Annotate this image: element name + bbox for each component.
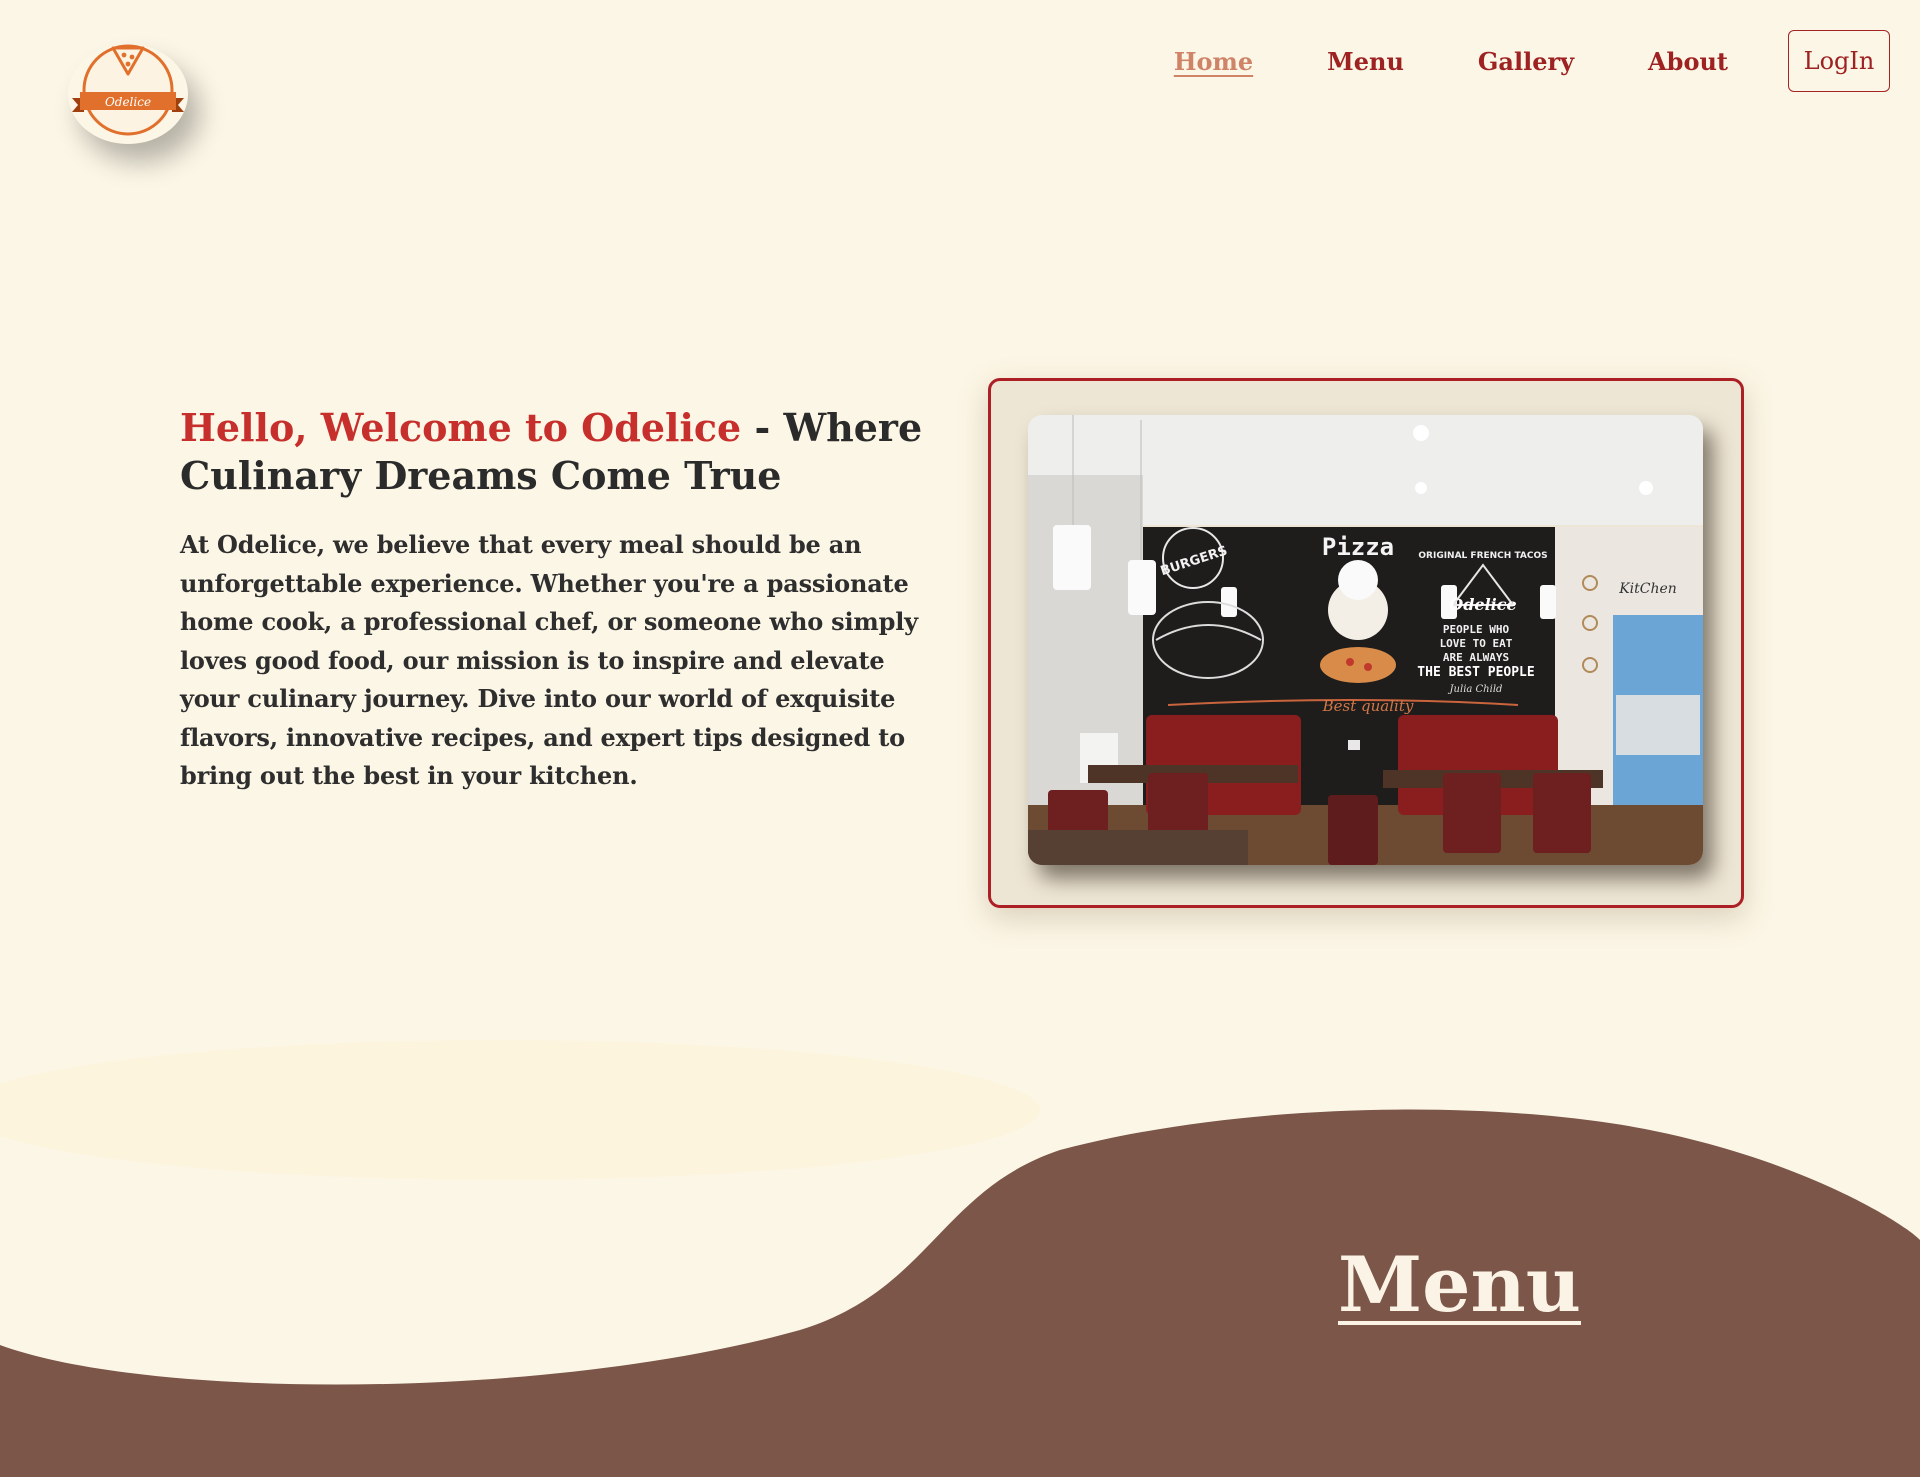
menu-section-title[interactable]: Menu	[1338, 1240, 1581, 1329]
hero-title-accent: Hello, Welcome to Odelice	[180, 405, 742, 450]
logo-text: Odelice	[105, 95, 151, 109]
nav-home[interactable]: Home	[1174, 47, 1253, 76]
logo-ring	[82, 44, 174, 136]
sign-slogan-3: ARE ALWAYS	[1443, 651, 1509, 664]
hero-text: Hello, Welcome to Odelice - Where Culina…	[180, 404, 930, 796]
sign-quality: Best quality	[1322, 697, 1414, 715]
sign-slogan-2: LOVE TO EAT	[1440, 637, 1513, 650]
sign-slogan-4: THE BEST PEOPLE	[1417, 665, 1534, 680]
sign-brand: Odelice	[1449, 595, 1516, 614]
sign-signature: Julia Child	[1448, 684, 1503, 695]
sign-slogan-1: PEOPLE WHO	[1443, 623, 1510, 636]
menu-section-wave	[0, 1040, 1920, 1477]
login-button[interactable]: LogIn	[1788, 30, 1890, 92]
nav-menu[interactable]: Menu	[1327, 47, 1404, 76]
sign-kitchen: KitChen	[1618, 581, 1677, 597]
restaurant-interior-photo: BURGERS Pizza ORIGINAL FRENCH TACOS Odel…	[1028, 415, 1703, 865]
sign-pizza: Pizza	[1322, 533, 1394, 561]
main-nav: Home Menu Gallery About LogIn	[1100, 30, 1890, 92]
nav-about[interactable]: About	[1648, 47, 1728, 76]
hero-title: Hello, Welcome to Odelice - Where Culina…	[180, 404, 930, 500]
odelice-logo[interactable]: Odelice	[68, 40, 188, 140]
sign-tacos: ORIGINAL FRENCH TACOS	[1418, 551, 1547, 561]
hero-description: At Odelice, we believe that every meal s…	[180, 530, 918, 790]
nav-gallery[interactable]: Gallery	[1478, 47, 1574, 76]
